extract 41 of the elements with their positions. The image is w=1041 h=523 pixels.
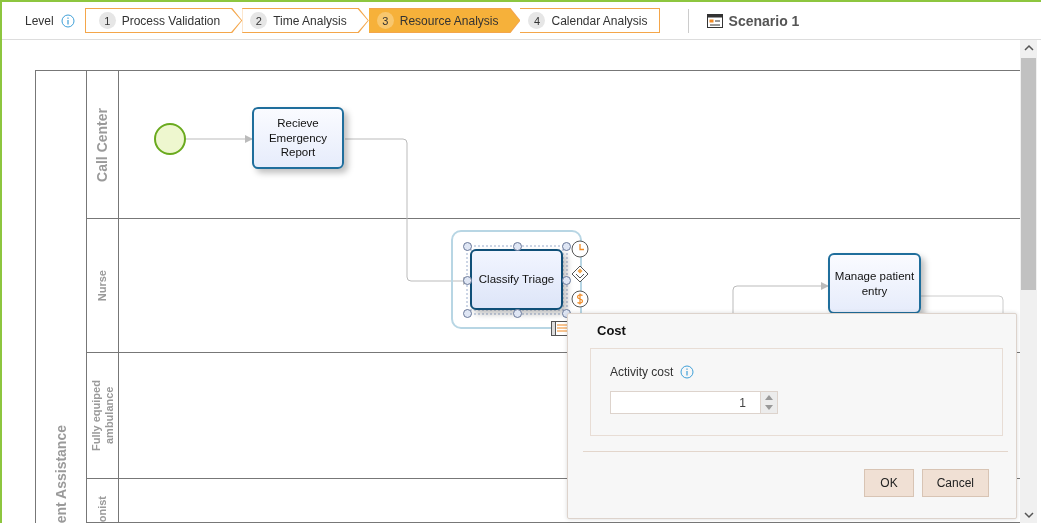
- lane-title: Nurse: [96, 269, 109, 302]
- start-event[interactable]: [154, 123, 186, 155]
- scroll-down-button[interactable]: [1023, 511, 1034, 519]
- field-label: Activity cost: [610, 365, 674, 379]
- resize-handle[interactable]: [562, 242, 571, 251]
- dialog-button[interactable]: Cancel: [921, 469, 989, 497]
- scenario-title: Scenario 1: [728, 12, 800, 29]
- scrollbar[interactable]: [1020, 40, 1037, 523]
- dialog-button[interactable]: OK: [864, 469, 914, 497]
- task-node[interactable]: Manage patient entry: [828, 253, 921, 314]
- lane-title: Call Center: [94, 107, 111, 182]
- info-icon[interactable]: [60, 13, 75, 28]
- diamond-icon[interactable]: [571, 265, 589, 283]
- dollar-icon[interactable]: [571, 290, 589, 308]
- step-tab[interactable]: 3 Resource Analysis: [368, 8, 521, 33]
- resize-handle[interactable]: [463, 242, 472, 251]
- scenario-icon: [706, 13, 723, 28]
- task-node[interactable]: Classify Triage: [470, 249, 563, 310]
- dialog-title: Cost: [597, 323, 627, 338]
- resize-handle[interactable]: [463, 309, 472, 318]
- table-icon[interactable]: [551, 321, 569, 336]
- scroll-up-button[interactable]: [1023, 44, 1034, 52]
- info-icon[interactable]: [680, 365, 695, 379]
- caret-down-icon: [765, 405, 773, 411]
- lane-title: Fully equiped ambulance: [89, 379, 116, 453]
- lane-title: onist: [96, 495, 109, 522]
- pool-title: ent Assistance: [53, 424, 69, 523]
- resize-handle[interactable]: [512, 242, 522, 251]
- step-tab[interactable]: 2 Time Analysis: [242, 8, 369, 33]
- step-tab[interactable]: 1 Process Validation: [84, 8, 243, 33]
- level-label: Level: [25, 13, 54, 28]
- resize-handle[interactable]: [562, 275, 571, 285]
- caret-up-icon: [765, 394, 773, 400]
- task-node[interactable]: Recieve Emergency Report: [252, 107, 344, 169]
- scrollbar-thumb[interactable]: [1021, 58, 1036, 290]
- resize-handle[interactable]: [512, 309, 522, 318]
- sequence-flow: [185, 135, 254, 143]
- clock-icon[interactable]: [571, 240, 589, 258]
- resize-handle[interactable]: [463, 275, 472, 285]
- activity-cost-input[interactable]: 1: [610, 391, 761, 414]
- step-tab[interactable]: 4 Calendar Analysis: [520, 8, 660, 33]
